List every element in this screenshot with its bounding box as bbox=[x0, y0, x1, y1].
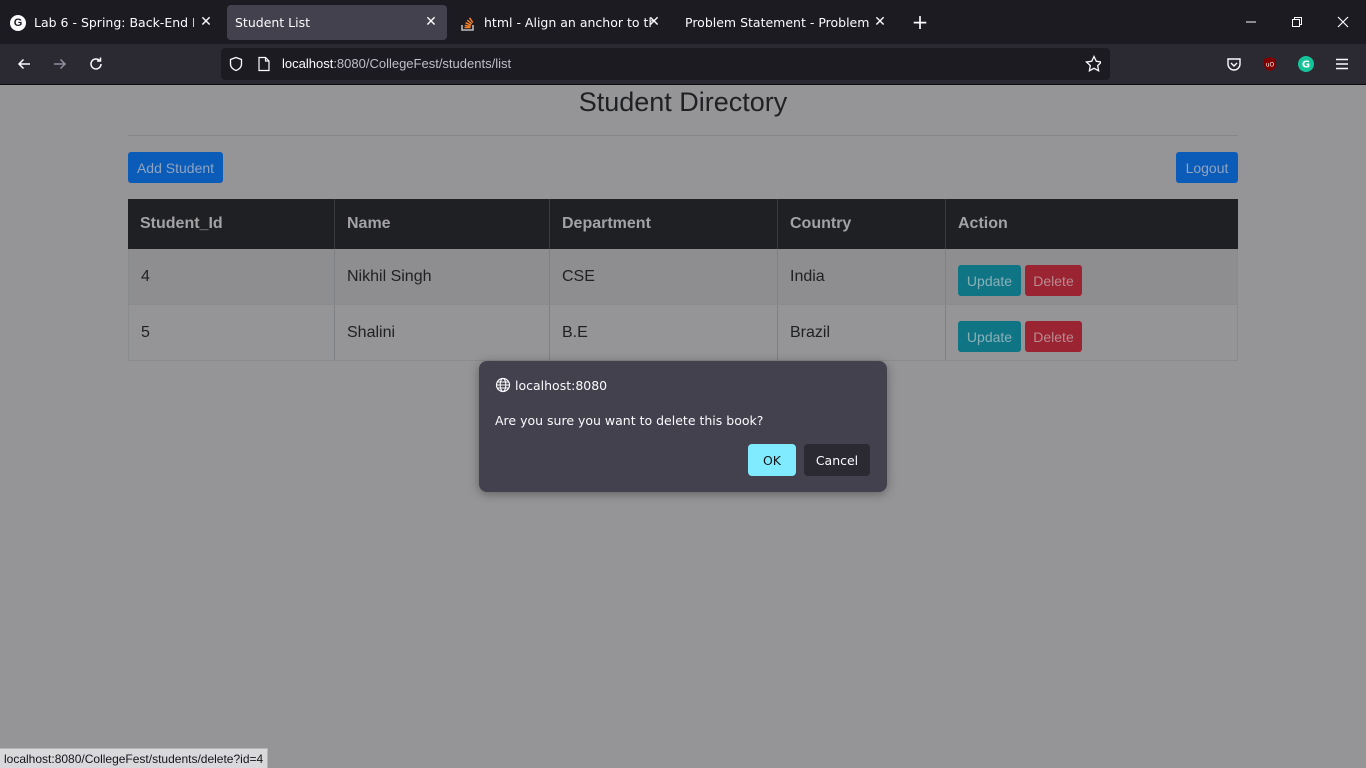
logout-button[interactable]: Logout bbox=[1176, 152, 1238, 183]
navigation-toolbar: localhost:8080/CollegeFest/students/list… bbox=[0, 44, 1366, 85]
url-host: localhost bbox=[282, 56, 334, 71]
reload-icon[interactable] bbox=[84, 52, 108, 76]
ublock-origin-icon[interactable]: uO bbox=[1262, 56, 1278, 72]
close-tab-icon[interactable]: ✕ bbox=[198, 14, 214, 30]
tab-label: Problem Statement - Problem Stater bbox=[685, 15, 873, 30]
svg-text:uO: uO bbox=[1266, 62, 1275, 69]
url-path: :8080/CollegeFest/students/list bbox=[333, 56, 512, 71]
delete-button[interactable]: Delete bbox=[1025, 321, 1082, 352]
confirm-dialog: localhost:8080 Are you sure you want to … bbox=[479, 361, 887, 492]
cell-student-id: 5 bbox=[129, 305, 335, 360]
cell-action: Update Delete bbox=[946, 249, 1237, 304]
column-header-action: Action bbox=[958, 215, 1008, 232]
tab-lab6[interactable]: G Lab 6 - Spring: Back-End Develo ✕ bbox=[4, 5, 222, 40]
tab-stackoverflow[interactable]: html - Align an anchor to the rig ✕ bbox=[452, 5, 670, 40]
page-title: Student Directory bbox=[578, 87, 788, 117]
update-button[interactable]: Update bbox=[958, 265, 1021, 296]
column-header-student-id: Student_Id bbox=[128, 199, 335, 249]
tab-student-list[interactable]: Student List ✕ bbox=[227, 5, 447, 40]
tab-label: Lab 6 - Spring: Back-End Develo bbox=[34, 15, 194, 30]
close-tab-icon[interactable]: ✕ bbox=[872, 14, 888, 30]
url-text: localhost:8080/CollegeFest/students/list bbox=[282, 56, 511, 71]
cell-country: Brazil bbox=[778, 305, 946, 360]
cell-action: Update Delete bbox=[946, 305, 1237, 360]
table-row: 5 Shalini B.E Brazil Update Delete bbox=[128, 305, 1238, 361]
minimize-window-icon[interactable] bbox=[1237, 8, 1265, 36]
students-table: Student_Id Name Department Country Actio… bbox=[128, 199, 1238, 361]
column-header-name: Name bbox=[335, 199, 550, 249]
menu-hamburger-icon[interactable] bbox=[1334, 56, 1350, 72]
restore-window-icon[interactable] bbox=[1283, 8, 1311, 36]
dialog-origin-text: localhost:8080 bbox=[515, 377, 608, 393]
svg-text:G: G bbox=[1302, 60, 1310, 71]
address-bar[interactable]: localhost:8080/CollegeFest/students/list bbox=[221, 48, 1110, 80]
cell-student-id: 4 bbox=[129, 249, 335, 304]
cell-department: CSE bbox=[550, 249, 778, 304]
close-tab-icon[interactable]: ✕ bbox=[646, 14, 662, 30]
forward-arrow-icon[interactable] bbox=[48, 52, 72, 76]
close-tab-icon[interactable]: ✕ bbox=[423, 14, 439, 30]
close-window-icon[interactable] bbox=[1329, 8, 1357, 36]
link-status-bar: localhost:8080/CollegeFest/students/dele… bbox=[0, 748, 269, 768]
new-tab-plus-icon[interactable]: + bbox=[908, 10, 932, 34]
table-row: 4 Nikhil Singh CSE India Update Delete bbox=[128, 249, 1238, 305]
column-header-department: Department bbox=[550, 199, 778, 249]
dialog-origin: localhost:8080 bbox=[495, 377, 607, 393]
stackoverflow-icon bbox=[460, 15, 476, 31]
cancel-button[interactable]: Cancel bbox=[804, 444, 870, 476]
update-button[interactable]: Update bbox=[958, 321, 1021, 352]
ok-button[interactable]: OK bbox=[748, 444, 796, 476]
grammarly-icon[interactable]: G bbox=[1298, 56, 1314, 72]
column-header-country: Country bbox=[778, 199, 946, 249]
tab-problem-statement[interactable]: Problem Statement - Problem Stater ✕ bbox=[676, 5, 896, 40]
globe-icon bbox=[495, 377, 511, 393]
cell-name: Nikhil Singh bbox=[335, 249, 550, 304]
add-student-button[interactable]: Add Student bbox=[128, 152, 223, 183]
delete-button[interactable]: Delete bbox=[1025, 265, 1082, 296]
pocket-icon[interactable] bbox=[1226, 56, 1242, 72]
bookmark-star-icon[interactable] bbox=[1085, 55, 1101, 73]
divider bbox=[128, 135, 1238, 136]
tab-strip: G Lab 6 - Spring: Back-End Develo ✕ Stud… bbox=[0, 0, 1366, 44]
cell-country: India bbox=[778, 249, 946, 304]
cell-department: B.E bbox=[550, 305, 778, 360]
tab-label: Student List bbox=[235, 15, 311, 30]
table-header-row: Student_Id Name Department Country Actio… bbox=[128, 199, 1238, 249]
tab-label: html - Align an anchor to the rig bbox=[484, 15, 654, 30]
page-icon[interactable] bbox=[256, 56, 272, 72]
dialog-message: Are you sure you want to delete this boo… bbox=[495, 413, 764, 428]
back-arrow-icon[interactable] bbox=[12, 52, 36, 76]
cell-name: Shalini bbox=[335, 305, 550, 360]
shield-icon[interactable] bbox=[228, 56, 244, 72]
google-g-icon: G bbox=[10, 14, 26, 31]
